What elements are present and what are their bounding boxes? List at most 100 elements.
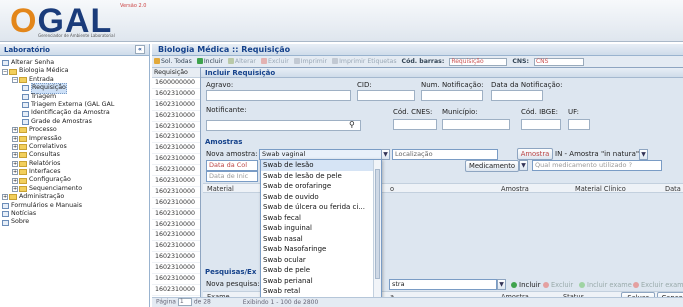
toggle-icon[interactable]: + xyxy=(12,152,18,159)
dropdown-option[interactable]: Swab nasal xyxy=(261,234,381,245)
sidebar-item[interactable]: Triagem Externa (GAL GAL xyxy=(2,101,147,109)
dropdown-scrollbar[interactable] xyxy=(373,160,381,299)
sidebar-item[interactable]: Formulários e Manuais xyxy=(2,202,147,210)
cns-input[interactable]: CNS xyxy=(533,57,584,66)
grid-row[interactable]: 1602310000 xyxy=(152,154,201,166)
grid-row[interactable]: 1602310000 xyxy=(152,198,201,209)
col-data[interactable]: Data xyxy=(665,185,681,193)
toggle-icon[interactable]: − xyxy=(2,68,8,75)
amostra-button[interactable]: Amostra xyxy=(517,148,553,160)
data-inicio-field[interactable]: Data de Inic xyxy=(206,171,258,182)
toggle-icon[interactable]: − xyxy=(12,76,18,83)
municipio-field[interactable] xyxy=(442,119,510,130)
dropdown-option[interactable]: Swab de lesão xyxy=(261,160,381,171)
sidebar-item[interactable]: Grade de Amostras xyxy=(2,118,147,126)
dropdown-option[interactable]: Swab de pele xyxy=(261,265,381,276)
medicamento-button[interactable]: Medicamento xyxy=(465,160,519,172)
sidebar-item[interactable]: + Processo xyxy=(2,126,147,134)
incluir-exame-link[interactable]: Incluir exame xyxy=(579,281,632,289)
print-button[interactable]: Imprimir xyxy=(293,58,327,65)
grid-row[interactable]: 1602310000 xyxy=(152,165,201,177)
barcode-input[interactable]: Requisição xyxy=(449,57,508,66)
dropdown-option[interactable]: Swab de úlcera ou ferida ci... xyxy=(261,202,381,213)
grid-row[interactable]: 1602310000 xyxy=(152,285,201,296)
sidebar-item[interactable]: + Sequenciamento xyxy=(2,185,147,193)
col-material[interactable]: Material xyxy=(207,185,234,193)
dropdown-option[interactable]: Swab de ouvido xyxy=(261,192,381,203)
grid-row[interactable]: 1602310000 xyxy=(152,209,201,220)
toggle-icon[interactable]: + xyxy=(12,186,18,193)
sidebar-item[interactable]: Triagem xyxy=(2,93,147,101)
delete-button[interactable]: Excluir xyxy=(260,58,289,65)
sidebar-item[interactable]: Notícias xyxy=(2,210,147,218)
sidebar-item[interactable]: + Consultas xyxy=(2,151,147,159)
dropdown-option[interactable]: Swab ocular xyxy=(261,255,381,266)
sidebar-item[interactable]: + Correlativos xyxy=(2,143,147,151)
alter-button[interactable]: Alterar xyxy=(227,58,256,65)
dropdown-option[interactable]: Swab Nasofaringe xyxy=(261,244,381,255)
cid-field[interactable] xyxy=(357,90,415,101)
scrollbar-thumb[interactable] xyxy=(375,169,380,279)
excluir-link[interactable]: Excluir xyxy=(543,281,573,289)
toggle-icon[interactable]: + xyxy=(2,194,8,201)
grid-row[interactable]: 1602310000 xyxy=(152,111,201,122)
toggle-icon[interactable]: + xyxy=(12,160,18,167)
sidebar-item[interactable]: + Relatórios xyxy=(2,160,147,168)
data-notificacao-field[interactable] xyxy=(491,90,543,101)
dropdown-option[interactable]: Swab perianal xyxy=(261,276,381,287)
sidebar-item[interactable]: + Configuração xyxy=(2,176,147,184)
toggle-icon[interactable]: + xyxy=(12,169,18,176)
col-amostra[interactable]: Amostra xyxy=(501,185,529,193)
chevron-down-icon[interactable]: ▼ xyxy=(381,149,390,160)
grid-row[interactable]: 1602310000 xyxy=(152,241,201,253)
dropdown-option[interactable]: Swab inguinal xyxy=(261,223,381,234)
pesquisa-dropdown[interactable]: ▼ xyxy=(497,279,506,290)
sidebar-item[interactable]: + Interfaces xyxy=(2,168,147,176)
dropdown-option[interactable]: Swab fecal xyxy=(261,213,381,224)
cnes-field[interactable] xyxy=(393,119,437,130)
amostra-type-dropdown[interactable]: ▼ xyxy=(639,149,648,160)
notificante-field[interactable] xyxy=(206,120,361,131)
agravo-field[interactable] xyxy=(206,90,351,101)
print-labels-button[interactable]: Imprimir Etiquetas xyxy=(332,58,397,65)
grid-row[interactable]: 1602310000 xyxy=(152,143,201,155)
grid-row[interactable]: 1602310000 xyxy=(152,100,201,111)
grid-row[interactable]: 1602310000 xyxy=(152,263,201,275)
sidebar-item[interactable]: Requisição xyxy=(2,83,147,94)
dropdown-option[interactable]: Swab de lesão de pele xyxy=(261,171,381,182)
grid-row[interactable]: 1602310000 xyxy=(152,132,201,144)
search-icon[interactable]: ⚲ xyxy=(349,120,355,129)
ibge-field[interactable] xyxy=(521,119,561,130)
grid-row[interactable]: 1602310000 xyxy=(152,230,201,242)
dropdown-option[interactable]: Swab retal xyxy=(261,286,381,297)
grid-row[interactable]: 1600000000 xyxy=(152,78,201,89)
toggle-icon[interactable]: + xyxy=(12,144,18,151)
grid-row[interactable]: 1602310000 xyxy=(152,176,201,187)
grid-row[interactable]: 1602310000 xyxy=(152,89,201,100)
grid-row[interactable]: 1602310000 xyxy=(152,252,201,264)
nova-pesquisa-combo[interactable]: stra xyxy=(389,279,497,290)
toggle-icon[interactable]: + xyxy=(12,127,18,134)
dropdown-option[interactable]: Swab de orofaringe xyxy=(261,181,381,192)
col-material-clinico[interactable]: Material Clínico xyxy=(575,185,626,193)
grid-row[interactable]: 1602310000 xyxy=(152,122,201,133)
grid-row[interactable]: 1602310000 xyxy=(152,187,201,198)
sidebar-item[interactable]: − Entrada xyxy=(2,76,147,84)
data-coleta-field[interactable]: Data da Col xyxy=(206,160,258,171)
select-all-button[interactable]: Sol. Todas xyxy=(154,58,192,65)
medicamento-input[interactable]: Qual medicamento utilizado ? xyxy=(532,160,662,171)
include-button[interactable]: Incluir xyxy=(196,58,223,65)
sidebar-item[interactable]: + Administração xyxy=(2,193,147,201)
toggle-icon[interactable]: + xyxy=(12,177,18,184)
sidebar-item[interactable]: + Impressão xyxy=(2,135,147,143)
col-o[interactable]: o xyxy=(390,185,394,193)
num-notificacao-field[interactable] xyxy=(421,90,483,101)
grid-row[interactable]: 1602310000 xyxy=(152,220,201,231)
uf-field[interactable] xyxy=(568,119,590,130)
medicamento-dropdown[interactable]: ▼ xyxy=(519,160,528,171)
localizacao-combo[interactable]: Localização xyxy=(392,149,498,160)
toggle-icon[interactable]: + xyxy=(12,135,18,142)
page-input[interactable]: 1 xyxy=(177,298,192,306)
sidebar-item[interactable]: − Biologia Médica xyxy=(2,67,147,75)
sidebar-item[interactable]: Sobre xyxy=(2,218,147,226)
